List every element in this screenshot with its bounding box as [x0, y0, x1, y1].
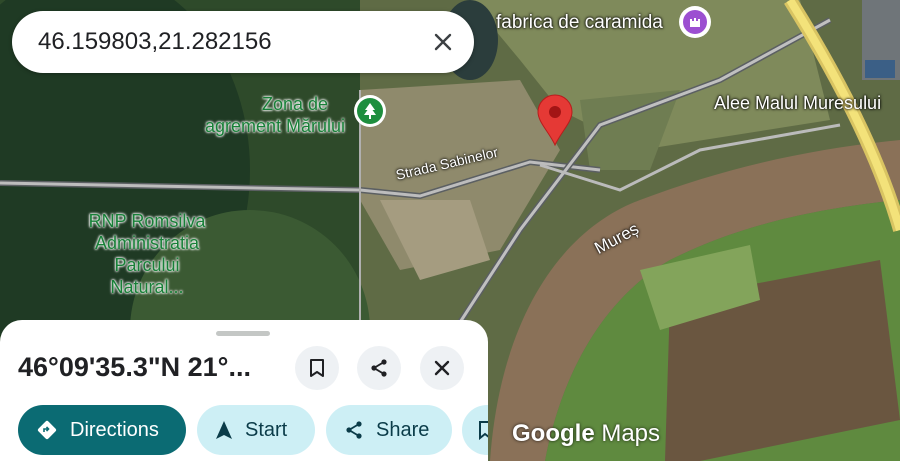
save-chip-button[interactable]: [462, 405, 488, 455]
google-wordmark: Google: [512, 420, 595, 447]
share-icon: [344, 420, 364, 440]
save-button[interactable]: [295, 346, 339, 390]
start-button[interactable]: Start: [197, 405, 315, 455]
search-input[interactable]: [38, 24, 418, 60]
map-label-zona[interactable]: Zona de agrement Mărului: [190, 93, 360, 137]
google-maps-logo: Google Maps: [512, 420, 660, 448]
place-title: 46°09'35.3"N 21°...: [18, 352, 251, 382]
map-label-zona-line2: agrement Mărului: [204, 116, 346, 136]
share-icon-button[interactable]: [357, 346, 401, 390]
map-label-rnp-line3: Parcului: [114, 255, 180, 275]
map-label-fabrica[interactable]: fabrica de caramida: [496, 12, 663, 34]
close-sheet-button[interactable]: [420, 346, 464, 390]
close-icon: [434, 33, 452, 51]
directions-button[interactable]: Directions: [18, 405, 186, 455]
castle-icon[interactable]: [679, 6, 711, 38]
maps-wordmark: Maps: [601, 420, 661, 447]
share-label: Share: [376, 418, 430, 441]
drag-handle[interactable]: [216, 331, 270, 336]
map-label-rnp-line4: Natural...: [110, 277, 184, 297]
clear-search-button[interactable]: [424, 23, 462, 61]
share-button[interactable]: Share: [326, 405, 452, 455]
map-label-zona-line1: Zona de: [261, 94, 329, 114]
map-label-rnp-line2: Administratia: [94, 233, 200, 253]
close-icon: [434, 360, 450, 376]
directions-icon: [36, 419, 58, 441]
navigation-arrow-icon: [215, 420, 233, 440]
map-label-rnp[interactable]: RNP Romsilva Administratia Parcului Natu…: [72, 210, 222, 298]
bookmark-icon: [478, 420, 488, 440]
share-icon: [371, 359, 387, 377]
directions-label: Directions: [70, 418, 159, 441]
bookmark-icon: [310, 359, 324, 377]
map-label-alee[interactable]: Alee Malul Muresului: [714, 93, 881, 114]
place-bottom-sheet[interactable]: 46°09'35.3"N 21°... Directions Start Sha…: [0, 320, 488, 461]
park-tree-icon[interactable]: [354, 95, 386, 127]
search-bar[interactable]: [12, 11, 474, 73]
start-label: Start: [245, 418, 288, 441]
map-label-rnp-line1: RNP Romsilva: [88, 211, 206, 231]
